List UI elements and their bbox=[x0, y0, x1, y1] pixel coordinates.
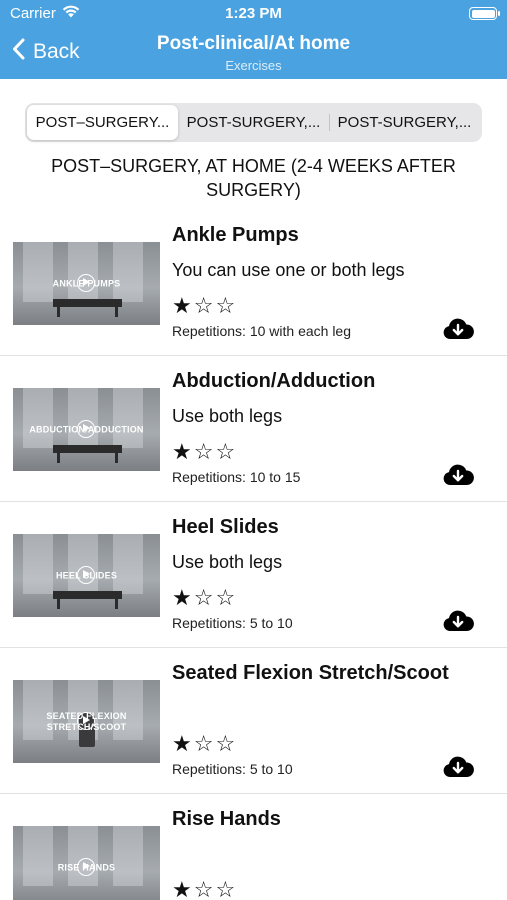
segment-label: POST-SURGERY,... bbox=[186, 114, 321, 131]
status-bar: Carrier 1:23 PM bbox=[0, 0, 507, 28]
segment-label: POST–SURGERY... bbox=[35, 114, 170, 131]
exercise-video-thumbnail[interactable]: ANKLE PUMPS bbox=[13, 242, 160, 325]
exercise-repetitions: Repetitions: 5 to 10 bbox=[172, 761, 293, 777]
exercise-repetitions: Repetitions: 5 to 10 bbox=[172, 615, 293, 631]
exercise-video-thumbnail[interactable]: SEATED FLEXION STRETCH/SCOOT bbox=[13, 680, 160, 763]
cloud-download-icon[interactable] bbox=[442, 317, 474, 341]
exercise-video-thumbnail[interactable]: HEEL SLIDES bbox=[13, 534, 160, 617]
exercise-row-ankle-pumps[interactable]: ANKLE PUMPS Ankle Pumps You can use one … bbox=[0, 210, 507, 356]
play-icon[interactable] bbox=[77, 274, 95, 292]
navigation-bar: Back Post-clinical/At home Exercises bbox=[0, 28, 507, 79]
play-icon[interactable] bbox=[77, 566, 95, 584]
difficulty-stars: ★☆☆ bbox=[172, 732, 238, 757]
exercise-row-heel-slides[interactable]: HEEL SLIDES Heel Slides Use both legs ★☆… bbox=[0, 502, 507, 648]
exercise-description: Use both legs bbox=[172, 552, 283, 572]
status-time: 1:23 PM bbox=[225, 5, 282, 22]
exercise-list: ANKLE PUMPS Ankle Pumps You can use one … bbox=[0, 210, 507, 900]
difficulty-stars: ★☆☆ bbox=[172, 586, 238, 611]
nav-subtitle: Exercises bbox=[225, 58, 282, 73]
exercise-title: Rise Hands bbox=[172, 808, 281, 830]
difficulty-stars: ★☆☆ bbox=[172, 878, 238, 900]
cloud-download-icon[interactable] bbox=[442, 755, 474, 779]
segment-label: POST-SURGERY,... bbox=[337, 114, 472, 131]
play-icon[interactable] bbox=[77, 858, 95, 876]
exercise-description: You can use one or both legs bbox=[172, 260, 405, 280]
exercise-description: Use both legs bbox=[172, 406, 283, 426]
segment-post-surgery-1[interactable]: POST–SURGERY... bbox=[27, 105, 178, 140]
battery-icon bbox=[469, 7, 500, 20]
phase-segmented-control: POST–SURGERY... POST-SURGERY,... POST-SU… bbox=[25, 103, 482, 142]
segment-post-surgery-3[interactable]: POST-SURGERY,... bbox=[329, 105, 480, 140]
cloud-download-icon[interactable] bbox=[442, 463, 474, 487]
exercise-repetitions: Repetitions: 10 to 15 bbox=[172, 469, 301, 485]
section-title: POST–SURGERY, AT HOME (2-4 WEEKS AFTER S… bbox=[51, 156, 456, 200]
exercise-title: Abduction/Adduction bbox=[172, 370, 376, 392]
exercise-video-thumbnail[interactable]: RISE HANDS bbox=[13, 826, 160, 900]
nav-title: Post-clinical/At home bbox=[156, 33, 351, 54]
segment-post-surgery-2[interactable]: POST-SURGERY,... bbox=[178, 105, 329, 140]
exercise-title: Ankle Pumps bbox=[172, 224, 299, 246]
exercise-video-thumbnail[interactable]: ABDUCTION/ADDUCTION bbox=[13, 388, 160, 471]
exercise-repetitions: Repetitions: 10 with each leg bbox=[172, 323, 351, 339]
difficulty-stars: ★☆☆ bbox=[172, 440, 238, 465]
exercise-title: Heel Slides bbox=[172, 516, 279, 538]
cloud-download-icon[interactable] bbox=[442, 609, 474, 633]
play-icon[interactable] bbox=[77, 712, 95, 730]
exercise-row-abduction-adduction[interactable]: ABDUCTION/ADDUCTION Abduction/Adduction … bbox=[0, 356, 507, 502]
play-icon[interactable] bbox=[77, 420, 95, 438]
exercise-title: Seated Flexion Stretch/Scoot bbox=[172, 662, 449, 684]
difficulty-stars: ★☆☆ bbox=[172, 294, 238, 319]
exercise-row-rise-hands[interactable]: RISE HANDS Rise Hands ★☆☆ bbox=[0, 794, 507, 900]
exercise-row-seated-flexion[interactable]: SEATED FLEXION STRETCH/SCOOT Seated Flex… bbox=[0, 648, 507, 794]
